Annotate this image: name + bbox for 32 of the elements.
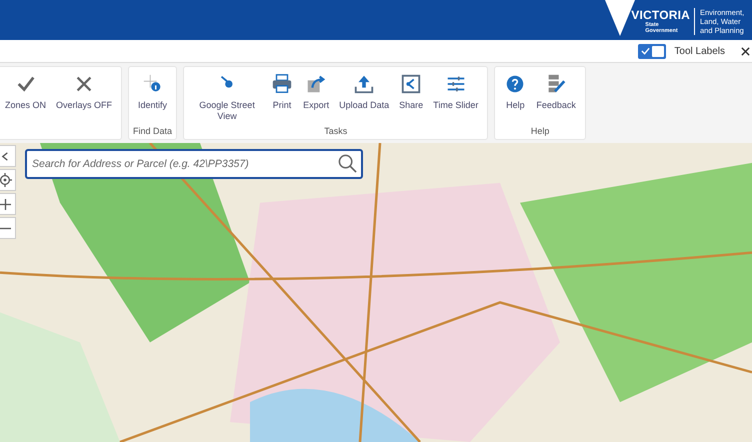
printer-icon (271, 73, 294, 95)
tool-button[interactable]: Upload Data (334, 67, 394, 126)
tool-button[interactable]: Feedback (531, 67, 581, 126)
export-arrow-icon (305, 73, 328, 95)
tool-labels-label: Tool Labels (674, 46, 725, 56)
close-icon[interactable] (741, 46, 750, 56)
share-icon (400, 73, 422, 95)
tool-button[interactable]: Time Slider (428, 67, 484, 126)
zoom-in-button[interactable] (0, 193, 16, 215)
collapse-button[interactable] (0, 145, 16, 167)
tool-button[interactable]: Overlays OFF (51, 67, 118, 139)
chevron-left-icon (0, 152, 10, 160)
search-icon[interactable] (338, 154, 357, 173)
tool-group-title: Help (530, 126, 550, 138)
tool-button[interactable]: Export (298, 67, 334, 126)
tool-button[interactable]: Print (266, 67, 298, 126)
logo-wordmark: VICTORIA (631, 8, 690, 22)
zoom-out-button[interactable] (0, 217, 16, 239)
checkmark-icon (641, 47, 650, 55)
tool-button[interactable]: Help (499, 67, 532, 126)
tool-group-title: Find Data (133, 126, 172, 138)
plus-icon (0, 198, 10, 210)
tool-group-title: Tasks (324, 126, 348, 138)
tool-button[interactable]: Google Street View (188, 67, 266, 126)
crosshair-icon (0, 173, 12, 187)
tool-button[interactable]: Share (394, 67, 428, 126)
search-field[interactable]: Search for Address or Parcel (e.g. 42\PP3357) (25, 149, 363, 179)
tool-labels-toggle[interactable] (638, 44, 666, 58)
tool-button[interactable]: Identify (133, 67, 172, 126)
upload-icon (353, 73, 376, 95)
locate-button[interactable] (0, 169, 16, 191)
tool-button[interactable]: Zones ON (0, 67, 52, 139)
